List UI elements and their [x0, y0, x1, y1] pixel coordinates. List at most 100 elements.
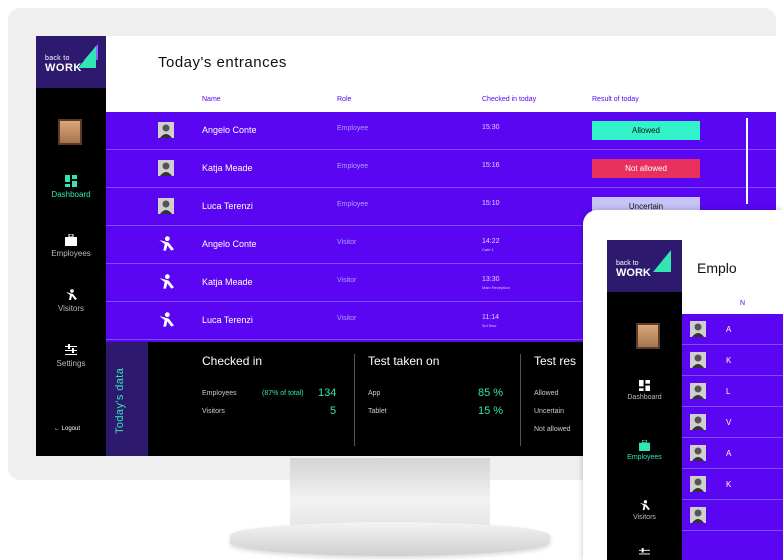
table-row[interactable]	[682, 500, 783, 531]
table-row[interactable]: V	[682, 407, 783, 438]
sidebar-item-dashboard[interactable]: Dashboard	[36, 175, 106, 199]
employee-photo-icon	[690, 476, 706, 492]
row-location: 3rd floor	[482, 323, 497, 328]
tablet-page-title: Emplo	[697, 260, 737, 276]
sidebar-item-settings[interactable]: Settings	[36, 344, 106, 368]
row-role: Employee	[337, 163, 369, 170]
table-row[interactable]: Katja Meade Employee 15:16 Not allowed	[106, 150, 776, 188]
row-name: K	[726, 356, 732, 365]
row-time: 15:16	[482, 162, 500, 169]
stats-divider	[520, 354, 521, 446]
tablet-value: 15 %	[478, 405, 504, 417]
logout-arrow-icon: ←	[54, 426, 60, 432]
row-time: 13:30 Main Reception	[482, 276, 510, 290]
row-role: Employee	[337, 201, 369, 208]
row-time: 11:14 3rd floor	[482, 314, 499, 328]
sidebar-item-label: Employees	[627, 454, 662, 461]
status-badge: Allowed	[592, 121, 700, 140]
row-time-value: 15:30	[482, 124, 500, 131]
employees-label: Employees	[202, 390, 237, 397]
test-taken-title: Test taken on	[368, 354, 440, 368]
sliders-icon	[65, 344, 77, 355]
tablet-label: Tablet	[368, 408, 387, 415]
table-row[interactable]: A	[682, 438, 783, 469]
logout-button[interactable]: ← Logout	[54, 426, 80, 432]
visitors-count: 5	[330, 405, 337, 417]
row-name: Luca Terenzi	[202, 315, 253, 325]
monitor-stand-neck	[290, 458, 490, 528]
table-row[interactable]: K	[682, 345, 783, 376]
tablet-sidebar-item-dashboard[interactable]: Dashboard	[607, 380, 682, 401]
tablet-sidebar-item-settings[interactable]	[607, 548, 682, 560]
tablet-page-header: Emplo	[682, 240, 783, 292]
logo-mark-icon	[78, 46, 96, 68]
row-name: A	[726, 325, 732, 334]
row-location: Cafe 1	[482, 247, 494, 252]
visitors-label: Visitors	[202, 408, 225, 415]
table-header: Name Role Checked in today Result of tod…	[106, 88, 776, 112]
app-value: 85 %	[478, 387, 504, 399]
scrollbar[interactable]	[746, 118, 748, 204]
row-role: Visitor	[337, 277, 357, 284]
visitor-icon	[159, 274, 174, 289]
logo-line2: WORK	[45, 62, 82, 74]
visitor-icon	[159, 312, 174, 327]
tablet-column-header-name[interactable]: N	[740, 300, 745, 307]
row-name: Luca Terenzi	[202, 201, 253, 211]
sidebar-item-label: Visitors	[57, 304, 85, 313]
stats-divider	[354, 354, 355, 446]
visitor-icon	[639, 500, 650, 511]
sidebar-item-visitors[interactable]: Visitors	[36, 289, 106, 313]
tablet-logo-line1: back to	[616, 260, 639, 267]
sliders-icon	[639, 548, 650, 555]
monitor-stand-base	[230, 522, 550, 556]
employee-photo-icon	[690, 445, 706, 461]
app-logo[interactable]: back to WORK	[36, 36, 106, 88]
row-name: L	[726, 387, 731, 396]
sidebar-item-label: Visitors	[633, 514, 656, 521]
avatar[interactable]	[58, 119, 82, 145]
column-header-result[interactable]: Result of today	[592, 96, 639, 103]
employee-photo-icon	[690, 321, 706, 337]
sidebar-item-label: Dashboard	[51, 190, 91, 199]
row-role: Employee	[337, 125, 369, 132]
column-header-name[interactable]: Name	[202, 96, 221, 103]
visitor-icon	[159, 236, 174, 251]
row-name: Angelo Conte	[202, 125, 257, 135]
row-time-value: 15:16	[482, 162, 500, 169]
row-time-value: 13:30	[482, 276, 500, 283]
row-time: 15:10	[482, 200, 500, 207]
employee-photo-icon	[158, 160, 174, 176]
sidebar-item-label: Settings	[56, 359, 86, 368]
row-time-value: 14:22	[482, 238, 500, 245]
employee-photo-icon	[690, 352, 706, 368]
table-row[interactable]: Angelo Conte Employee 15:30 Allowed	[106, 112, 776, 150]
table-row[interactable]: A	[682, 314, 783, 345]
dashboard-icon	[639, 380, 650, 391]
page-header: Today's entrances	[106, 36, 776, 88]
row-location: Main Reception	[482, 285, 510, 290]
table-row[interactable]: K	[682, 469, 783, 500]
column-header-role[interactable]: Role	[337, 96, 351, 103]
sidebar-item-label: Employees	[51, 249, 91, 258]
column-header-checked-in[interactable]: Checked in today	[482, 96, 536, 103]
row-name: Katja Meade	[202, 277, 253, 287]
todays-data-label-text: Today's data	[114, 367, 126, 434]
todays-data-label: Today's data	[106, 342, 148, 456]
avatar[interactable]	[636, 323, 660, 349]
sidebar: back to WORK Dashboard Employees Visitor…	[36, 36, 106, 456]
tablet-sidebar-item-employees[interactable]: Employees	[607, 440, 682, 461]
row-name: K	[726, 480, 732, 489]
employees-percent: (87% of total)	[262, 390, 304, 397]
tablet-sidebar-item-visitors[interactable]: Visitors	[607, 500, 682, 521]
sidebar-item-employees[interactable]: Employees	[36, 234, 106, 258]
test-taken-card: Test taken on App 85 % Tablet 15 %	[368, 342, 508, 456]
tablet-logo-line2: WORK	[616, 267, 651, 279]
logo-line1: back to	[45, 55, 70, 62]
tablet-app-logo[interactable]: back to WORK	[607, 240, 682, 292]
status-badge: Not allowed	[592, 159, 700, 178]
employee-photo-icon	[158, 198, 174, 214]
employee-photo-icon	[690, 383, 706, 399]
row-role: Visitor	[337, 315, 357, 322]
table-row[interactable]: L	[682, 376, 783, 407]
